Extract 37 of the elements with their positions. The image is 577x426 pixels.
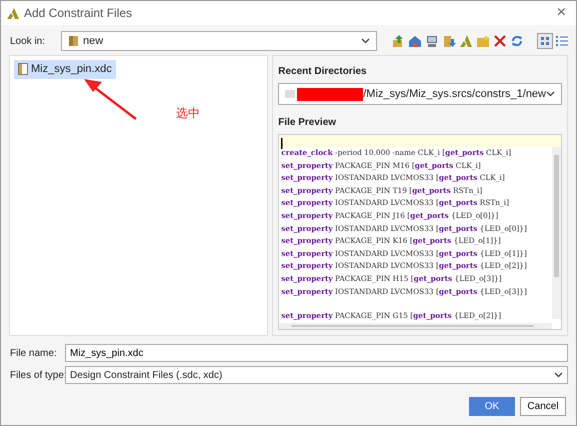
text-cursor xyxy=(281,138,284,149)
window-title: Add Constraint Files xyxy=(24,5,132,22)
look-in-label: Look in: xyxy=(10,34,46,48)
caret-icon xyxy=(546,91,555,97)
logo-icon xyxy=(7,8,19,18)
list-view-icon[interactable] xyxy=(556,35,568,47)
annotation-text: 选中 xyxy=(176,105,200,122)
home-icon[interactable] xyxy=(408,34,422,48)
file-type-dropdown[interactable]: Design Constraint Files (.sdc, xdc) xyxy=(65,366,568,384)
folder-icon xyxy=(285,90,296,98)
recent-directory-dropdown[interactable]: /Miz_sys/Miz_sys.srcs/constrs_1/new xyxy=(278,83,562,105)
recent-directories-label: Recent Directories xyxy=(278,65,368,79)
file-name-label: File name: xyxy=(10,346,58,360)
grid-view-icon[interactable] xyxy=(537,33,553,49)
horizontal-scrollbar[interactable] xyxy=(279,322,552,329)
vertical-scrollbar[interactable] xyxy=(552,147,561,319)
delete-icon[interactable] xyxy=(493,34,507,48)
file-name-field[interactable]: Miz_sys_pin.xdc xyxy=(65,344,568,362)
look-in-dropdown[interactable]: new xyxy=(61,31,377,51)
file-type-label: Files of type: xyxy=(10,368,65,382)
file-icon xyxy=(18,63,28,76)
recent-directory-path: /Miz_sys/Miz_sys.srcs/constrs_1/new xyxy=(363,86,546,102)
refresh-icon[interactable] xyxy=(510,34,524,48)
up-folder-icon[interactable] xyxy=(391,34,405,48)
ok-button[interactable]: OK xyxy=(469,397,515,416)
caret-icon xyxy=(554,372,563,378)
file-preview-label: File Preview xyxy=(278,116,338,130)
download-folder-icon[interactable] xyxy=(442,34,456,48)
folder-icon xyxy=(68,35,80,47)
cancel-button[interactable]: Cancel xyxy=(520,397,566,416)
file-item[interactable]: Miz_sys_pin.xdc xyxy=(14,60,116,78)
annotation-arrow xyxy=(82,78,138,120)
computer-icon[interactable] xyxy=(425,34,439,48)
triangle-logo-icon[interactable] xyxy=(459,34,473,48)
look-in-value: new xyxy=(83,34,104,49)
caret-icon xyxy=(361,38,370,44)
close-button[interactable]: × xyxy=(552,5,570,21)
